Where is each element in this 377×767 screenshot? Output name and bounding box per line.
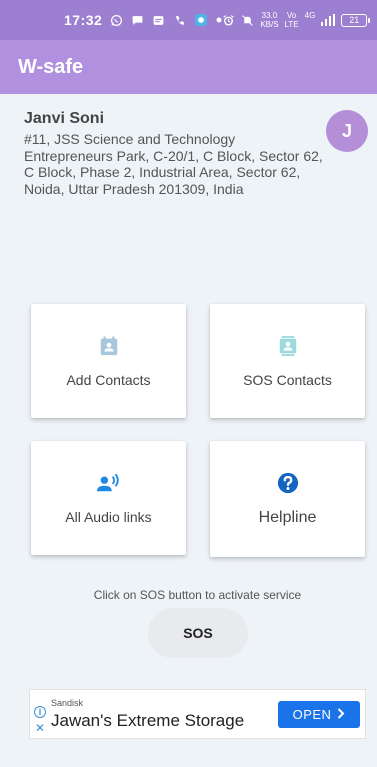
helpline-card[interactable]: Helpline <box>210 441 365 557</box>
network-speed: 33.0 KB/S <box>260 11 278 29</box>
ad-open-label: OPEN <box>292 707 332 722</box>
volte-indicator: Vo LTE <box>285 11 299 29</box>
network-speed-value: 33.0 <box>261 11 278 20</box>
audio-links-label: All Audio links <box>65 509 152 525</box>
battery-icon: 21 <box>341 13 371 27</box>
user-info: Janvi Soni #11, JSS Science and Technolo… <box>24 110 324 197</box>
signal-strength-icon <box>321 14 336 26</box>
status-right: 33.0 KB/S Vo LTE 4G 21 <box>222 11 371 29</box>
ad-close-icon[interactable]: ✕ <box>34 722 46 734</box>
network-speed-unit: KB/S <box>260 20 279 29</box>
helpline-label: Helpline <box>258 509 317 526</box>
sos-hint: Click on SOS button to activate service <box>93 588 302 602</box>
contacts-book-icon <box>276 334 300 358</box>
ad-banner[interactable]: i ✕ Sandisk Jawan's Extreme Storage OPEN <box>29 689 366 739</box>
message-icon <box>152 14 165 27</box>
ad-sponsor: Sandisk <box>51 698 84 708</box>
alarm-icon <box>222 14 235 27</box>
status-time: 17:32 <box>64 12 103 28</box>
whatsapp-icon <box>110 14 123 27</box>
chat-bubble-icon <box>131 14 144 27</box>
help-circle-icon <box>276 471 300 495</box>
mute-icon <box>241 14 254 27</box>
network-type: 4G <box>304 11 316 20</box>
sos-contacts-card[interactable]: SOS Contacts <box>210 304 365 418</box>
user-address: #11, JSS Science and Technology Entrepre… <box>24 131 323 197</box>
status-bar: 17:32 33.0 KB/S Vo LTE 4G 21 <box>0 0 377 40</box>
app-notification-icon <box>194 13 208 27</box>
calendar-contact-icon <box>97 334 121 358</box>
status-left: 17:32 <box>64 12 222 28</box>
avatar-initial: J <box>341 120 352 141</box>
add-contacts-card[interactable]: Add Contacts <box>31 304 186 418</box>
ad-headline: Jawan's Extreme Storage <box>51 711 245 730</box>
add-contacts-label: Add Contacts <box>66 372 151 388</box>
sos-contacts-label: SOS Contacts <box>243 372 332 388</box>
avatar[interactable]: J <box>326 110 368 152</box>
audio-links-card[interactable]: All Audio links <box>31 441 186 555</box>
missed-call-icon <box>173 14 186 27</box>
battery-level: 21 <box>349 15 360 25</box>
sos-button[interactable]: SOS <box>148 608 248 658</box>
volte-top-label: Vo <box>286 11 297 20</box>
chevron-right-icon <box>337 707 345 722</box>
app-bar: W-safe <box>0 40 377 94</box>
ad-open-button[interactable]: OPEN <box>278 701 360 728</box>
volte-bottom-label: LTE <box>284 20 299 29</box>
ad-info-icon[interactable]: i <box>34 706 46 718</box>
app-title: W-safe <box>18 55 84 78</box>
user-name: Janvi Soni <box>24 110 105 127</box>
voice-person-icon <box>96 471 121 495</box>
